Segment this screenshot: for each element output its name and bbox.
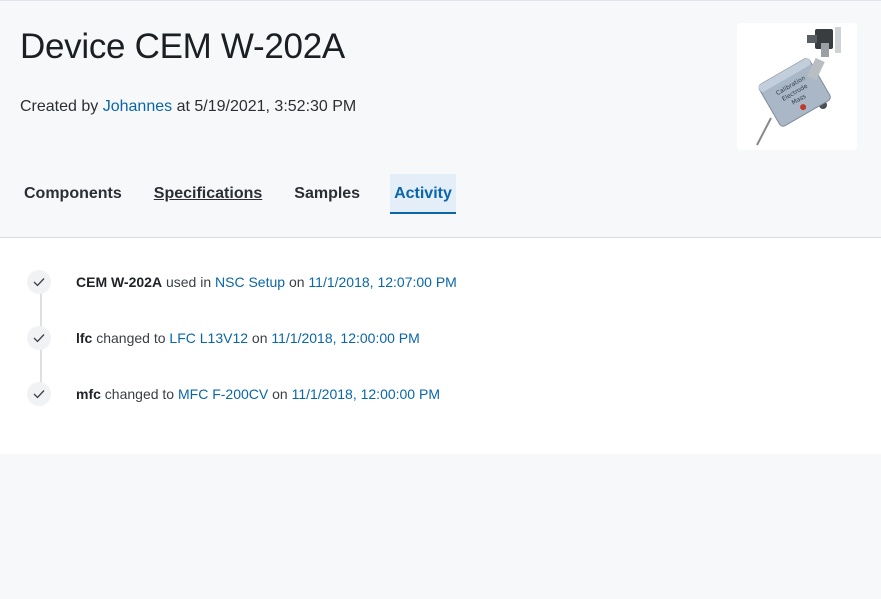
activity-panel: CEM W-202A used in NSC Setup on 11/1/201…: [0, 238, 881, 454]
created-timestamp: 5/19/2021, 3:52:30 PM: [194, 98, 357, 115]
tab-activity[interactable]: Activity: [390, 174, 456, 214]
activity-subject: CEM W-202A: [76, 274, 163, 290]
activity-target-link[interactable]: MFC F-200CV: [178, 386, 268, 402]
device-photo-icon: Calibration Electrode Mass: [756, 27, 841, 146]
tab-samples[interactable]: Samples: [284, 174, 370, 214]
activity-text: CEM W-202A used in NSC Setup on 11/1/201…: [76, 274, 457, 290]
activity-item: lfc changed to LFC L13V12 on 11/1/2018, …: [27, 325, 420, 351]
activity-timestamp[interactable]: 11/1/2018, 12:07:00 PM: [308, 274, 456, 290]
page-title: Device CEM W-202A: [20, 27, 345, 66]
activity-text: mfc changed to MFC F-200CV on 11/1/2018,…: [76, 386, 440, 402]
creator-link[interactable]: Johannes: [103, 98, 172, 115]
activity-target-link[interactable]: NSC Setup: [215, 274, 285, 290]
activity-timestamp[interactable]: 11/1/2018, 12:00:00 PM: [271, 330, 419, 346]
activity-verb: changed to: [104, 386, 175, 402]
activity-subject: mfc: [76, 386, 101, 402]
activity-on: on: [272, 386, 288, 402]
activity-on: on: [288, 274, 305, 290]
activity-subject: lfc: [76, 330, 93, 346]
created-info: Created by Johannes at 5/19/2021, 3:52:3…: [20, 98, 356, 116]
device-image[interactable]: Calibration Electrode Mass: [737, 23, 857, 150]
activity-timestamp[interactable]: 11/1/2018, 12:00:00 PM: [292, 386, 440, 402]
device-header: Device CEM W-202A Created by Johannes at…: [0, 1, 881, 238]
tab-components[interactable]: Components: [14, 174, 132, 214]
check-icon: [27, 326, 51, 350]
activity-on: on: [251, 330, 268, 346]
check-icon: [27, 270, 51, 294]
tab-bar: Components Specifications Samples Activi…: [14, 174, 468, 214]
check-icon: [27, 382, 51, 406]
created-mid: at: [176, 98, 190, 115]
activity-item: mfc changed to MFC F-200CV on 11/1/2018,…: [27, 381, 440, 407]
activity-target-link[interactable]: LFC L13V12: [169, 330, 248, 346]
activity-verb: used in: [165, 274, 212, 290]
created-prefix: Created by: [20, 98, 99, 115]
activity-verb: changed to: [96, 330, 166, 346]
tab-specifications[interactable]: Specifications: [144, 174, 272, 214]
activity-item: CEM W-202A used in NSC Setup on 11/1/201…: [27, 269, 457, 295]
activity-text: lfc changed to LFC L13V12 on 11/1/2018, …: [76, 330, 420, 346]
